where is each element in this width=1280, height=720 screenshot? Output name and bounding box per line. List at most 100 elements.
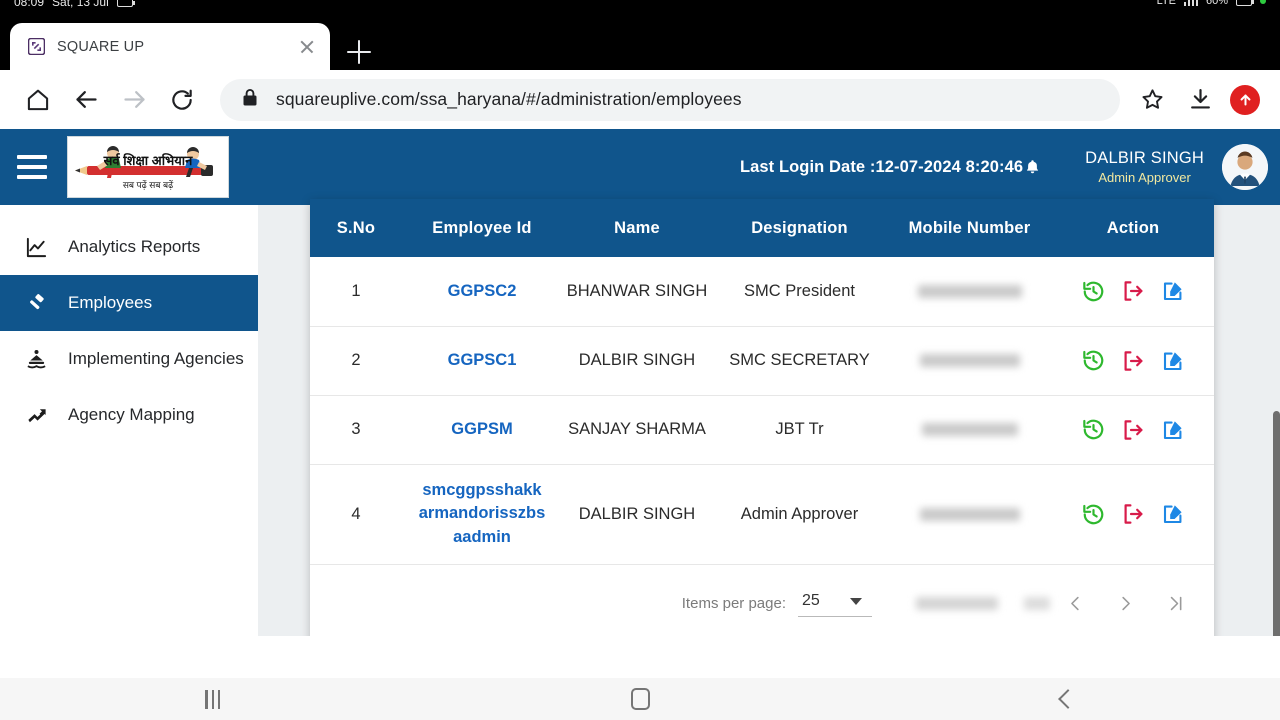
logout-icon[interactable]	[1120, 278, 1146, 304]
cell-name: DALBIR SINGH	[562, 326, 712, 396]
column-header-action: Action	[1052, 199, 1214, 257]
cell-mobile	[887, 395, 1052, 465]
cell-designation: Admin Approver	[712, 464, 887, 565]
employee-id-link[interactable]: GGPSC1	[448, 351, 517, 369]
browser-tab-title: SQUARE UP	[57, 38, 145, 55]
history-restore-icon[interactable]	[1080, 501, 1106, 527]
pagination-range-label	[916, 597, 998, 610]
last-login-label: Last Login Date :	[739, 157, 876, 176]
sidebar-item-label: Analytics Reports	[68, 237, 201, 257]
edit-pencil-icon[interactable]	[1160, 501, 1186, 527]
logout-icon[interactable]	[1120, 348, 1146, 374]
sidebar-item-analytics-reports[interactable]: Analytics Reports	[0, 219, 258, 275]
user-name: DALBIR SINGH	[1085, 148, 1204, 167]
cell-mobile	[887, 464, 1052, 565]
logout-icon[interactable]	[1120, 417, 1146, 443]
analytics-chart-icon	[22, 236, 50, 259]
reload-icon[interactable]	[158, 76, 206, 124]
status-battery-icon-2	[1236, 0, 1254, 6]
back-arrow-icon[interactable]	[62, 76, 110, 124]
table-row: 3 GGPSM SANJAY SHARMA JBT Tr	[310, 395, 1214, 465]
cell-name: DALBIR SINGH	[562, 464, 712, 565]
employee-id-link[interactable]: GGPSM	[451, 420, 512, 438]
chevron-right-icon[interactable]	[1100, 581, 1150, 627]
sidebar-nav: Analytics Reports Employees Implementing…	[0, 205, 258, 678]
table-body: 1 GGPSC2 BHANWAR SINGH SMC President 2 G…	[310, 257, 1214, 565]
row-action-group	[1056, 278, 1210, 304]
employees-table-card: S.No Employee Id Name Designation Mobile…	[310, 199, 1214, 678]
status-network: LTE	[1156, 0, 1176, 7]
redacted-mobile-number	[921, 423, 1018, 437]
page-bottom-area	[0, 636, 1280, 678]
last-page-icon[interactable]	[1150, 581, 1200, 627]
column-header-employee-id: Employee Id	[402, 199, 562, 257]
edit-pencil-icon[interactable]	[1160, 348, 1186, 374]
lock-icon	[242, 88, 258, 112]
items-per-page-select[interactable]: 25	[798, 590, 872, 617]
cell-name: BHANWAR SINGH	[562, 257, 712, 327]
cell-designation: JBT Tr	[712, 395, 887, 465]
notification-bell-icon[interactable]	[1024, 158, 1041, 176]
user-role: Admin Approver	[1098, 169, 1191, 185]
address-bar[interactable]: squareuplive.com/ssa_haryana/#/administr…	[220, 78, 1120, 121]
items-per-page-label: Items per page:	[681, 595, 786, 612]
new-tab-button[interactable]	[345, 38, 373, 66]
cell-designation: SMC President	[712, 257, 887, 327]
status-battery-percent: 60%	[1205, 0, 1228, 7]
edit-pencil-icon[interactable]	[1160, 417, 1186, 443]
android-nav-bar	[0, 678, 1280, 720]
sidebar-item-implementing-agencies[interactable]: Implementing Agencies	[0, 331, 258, 387]
sidebar-item-agency-mapping[interactable]: Agency Mapping	[0, 387, 258, 443]
status-indicator-dot	[1260, 0, 1266, 4]
back-chevron-icon[interactable]	[1057, 689, 1078, 709]
cell-designation: SMC SECRETARY	[712, 326, 887, 396]
address-bar-url: squareuplive.com/ssa_haryana/#/administr…	[276, 89, 742, 109]
pagination-secondary-label	[1024, 597, 1050, 610]
history-restore-icon[interactable]	[1080, 278, 1106, 304]
browser-toolbar-actions	[1128, 76, 1266, 124]
recents-icon[interactable]	[205, 689, 220, 709]
user-info[interactable]: DALBIR SINGH Admin Approver	[1085, 149, 1204, 186]
device-screen: 08:09 Sat, 13 Jul LTE 60% SQUARE UP squa…	[0, 0, 1280, 720]
signal-bars-icon	[1183, 0, 1198, 6]
cell-employee-id: GGPSM	[402, 395, 562, 465]
sidebar-item-label: Employees	[68, 293, 153, 313]
cell-sno: 3	[310, 395, 402, 465]
redacted-mobile-number	[919, 507, 1020, 521]
hamburger-menu-icon[interactable]	[0, 129, 64, 205]
forward-arrow-icon	[110, 76, 158, 124]
logout-icon[interactable]	[1120, 501, 1146, 527]
download-icon[interactable]	[1176, 76, 1224, 124]
column-header-designation: Designation	[712, 199, 887, 257]
star-icon[interactable]	[1128, 76, 1176, 124]
update-arrow-icon[interactable]	[1230, 84, 1260, 115]
user-avatar[interactable]	[1222, 144, 1268, 190]
home-icon[interactable]	[14, 76, 62, 124]
employee-id-link[interactable]: GGPSC2	[448, 282, 517, 300]
home-circle-icon[interactable]	[630, 688, 650, 710]
status-date: Sat, 13 Jul	[52, 0, 109, 9]
history-restore-icon[interactable]	[1080, 348, 1106, 374]
cell-sno: 4	[310, 464, 402, 565]
history-restore-icon[interactable]	[1080, 417, 1106, 443]
cell-action	[1052, 464, 1214, 565]
chevron-left-icon[interactable]	[1050, 581, 1100, 627]
edit-pencil-icon[interactable]	[1160, 278, 1186, 304]
browser-chrome: SQUARE UP squareuplive.com/ssa_haryana/#…	[0, 16, 1280, 129]
row-action-group	[1056, 417, 1210, 443]
cell-action	[1052, 395, 1214, 465]
last-login-value: 12-07-2024 8:20:46	[875, 157, 1024, 176]
svg-text:सब पढ़ें सब बढ़ें: सब पढ़ें सब बढ़ें	[123, 179, 174, 190]
status-time: 08:09	[14, 0, 45, 9]
column-header-mobile: Mobile Number	[887, 199, 1052, 257]
row-action-group	[1056, 348, 1210, 374]
close-icon[interactable]	[296, 36, 318, 58]
sidebar-item-employees[interactable]: Employees	[0, 275, 258, 331]
column-header-sno: S.No	[310, 199, 402, 257]
table-row: 1 GGPSC2 BHANWAR SINGH SMC President	[310, 257, 1214, 327]
browser-tab[interactable]: SQUARE UP	[10, 23, 330, 70]
cell-mobile	[887, 257, 1052, 327]
sidebar-item-label: Implementing Agencies	[68, 349, 244, 369]
employee-id-link[interactable]: smcggpsshakkarmandorisszbsaadmin	[418, 479, 546, 549]
browser-tabstrip: SQUARE UP	[0, 16, 1280, 70]
